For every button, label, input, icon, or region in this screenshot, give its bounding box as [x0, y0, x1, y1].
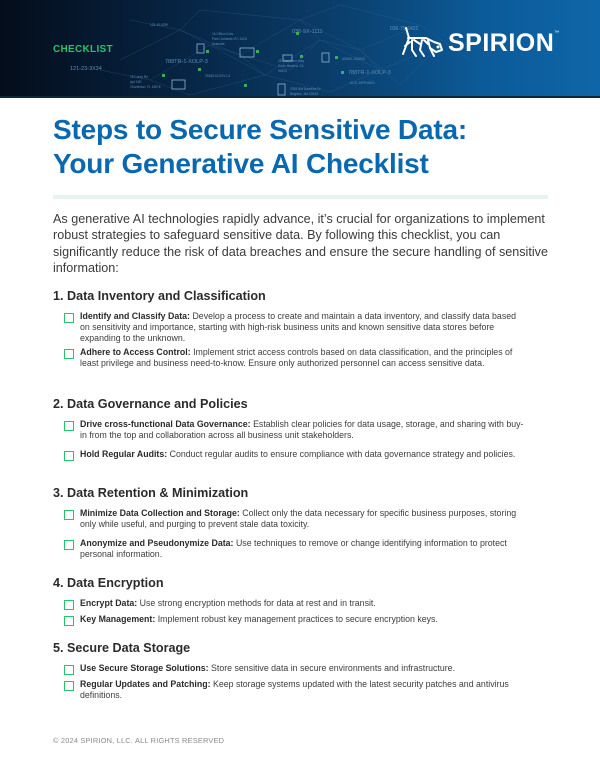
item-label: Encrypt Data:	[80, 598, 138, 608]
robot-dog-icon	[402, 27, 443, 57]
svg-text:16 Clifton Cres: 16 Clifton Cres	[212, 32, 233, 36]
checklist-item[interactable]: Identify and Classify Data: Develop a pr…	[64, 311, 524, 344]
item-label: Key Management:	[80, 614, 156, 624]
svg-text:788TR-1-XOLP-3: 788TR-1-XOLP-3	[348, 70, 391, 76]
section-title-data-inventory: 1. Data Inventory and Classification	[53, 289, 266, 303]
checklist-item[interactable]: Hold Regular Audits: Conduct regular aud…	[64, 449, 524, 461]
svg-text:788TR-1-XOLP-3: 788TR-1-XOLP-3	[165, 59, 208, 65]
checklist-tag: CHECKLIST	[53, 44, 113, 55]
checkbox[interactable]	[64, 451, 74, 461]
checklist-item[interactable]: Drive cross-functional Data Governance: …	[64, 419, 524, 441]
item-label: Regular Updates and Patching:	[80, 679, 211, 689]
svg-text:121-23-3X34: 121-23-3X34	[70, 66, 102, 72]
section-title-data-retention: 3. Data Retention & Minimization	[53, 486, 249, 500]
svg-text:Park Orchards VIC 3128: Park Orchards VIC 3128	[212, 37, 247, 41]
checklist-item[interactable]: Minimize Data Collection and Storage: Co…	[64, 508, 524, 530]
svg-text:2028 NW Baseline Dr: 2028 NW Baseline Dr	[290, 87, 322, 91]
checkbox[interactable]	[64, 349, 74, 359]
item-label: Minimize Data Collection and Storage:	[80, 508, 240, 518]
svg-text:Charleston, FL 18576: Charleston, FL 18576	[130, 85, 161, 89]
title-divider	[53, 195, 548, 199]
banner-divider	[0, 96, 600, 98]
item-description: Conduct regular audits to ensure complia…	[167, 449, 516, 459]
checkbox[interactable]	[64, 540, 74, 550]
copyright-footer: © 2024 SPIRION, LLC. ALL RIGHTS RESERVED	[53, 736, 225, 745]
section-title-data-encryption: 4. Data Encryption	[53, 576, 164, 590]
page-title: Steps to Secure Sensitive Data: Your Gen…	[53, 113, 467, 181]
checkbox[interactable]	[64, 313, 74, 323]
checkbox[interactable]	[64, 510, 74, 520]
header-banner: 123-45-6789 16 Clifton Cres Park Orchard…	[0, 0, 600, 97]
item-description: Store sensitive data in secure environme…	[208, 663, 456, 673]
section-title-secure-storage: 5. Secure Data Storage	[53, 641, 191, 655]
trademark-symbol: ™	[554, 30, 560, 36]
checklist-item[interactable]: Use Secure Storage Solutions: Store sens…	[64, 663, 524, 675]
checklist-item[interactable]: Adhere to Access Control: Implement stri…	[64, 347, 524, 369]
item-label: Hold Regular Audits:	[80, 449, 168, 459]
svg-text:123-45-6789: 123-45-6789	[150, 23, 168, 27]
checklist-item[interactable]: Key Management: Implement robust key man…	[64, 614, 524, 626]
item-label: Anonymize and Pseudonymize Data:	[80, 538, 234, 548]
item-description: Use strong encryption methods for data a…	[137, 598, 376, 608]
checkbox[interactable]	[64, 421, 74, 431]
checklist-item[interactable]: Anonymize and Pseudonymize Data: Use tec…	[64, 538, 524, 560]
svg-text:4028XL-5200A3: 4028XL-5200A3	[342, 57, 365, 61]
svg-text:DOO-38FR-88X3: DOO-38FR-88X3	[350, 81, 375, 85]
item-description: Implement robust key management practice…	[155, 614, 438, 624]
checkbox[interactable]	[64, 616, 74, 626]
svg-text:29189-52-9XVJ-6: 29189-52-9XVJ-6	[205, 74, 230, 78]
svg-text:94924: 94924	[278, 69, 287, 73]
item-label: Drive cross-functional Data Governance:	[80, 419, 251, 429]
checkbox[interactable]	[64, 665, 74, 675]
item-label: Adhere to Access Control:	[80, 347, 191, 357]
item-label: Use Secure Storage Solutions:	[80, 663, 209, 673]
item-label: Identify and Classify Data:	[80, 311, 190, 321]
section-title-data-governance: 2. Data Governance and Policies	[53, 397, 248, 411]
title-line-2: Your Generative AI Checklist	[53, 148, 429, 179]
checkbox[interactable]	[64, 600, 74, 610]
checklist-item[interactable]: Regular Updates and Patching: Keep stora…	[64, 679, 524, 701]
spirion-logo: SPIRION ™	[400, 26, 559, 60]
checklist-item[interactable]: Encrypt Data: Use strong encryption meth…	[64, 598, 524, 610]
svg-text:Apt 24R: Apt 24R	[130, 80, 142, 84]
svg-text:Corte Madera, CA: Corte Madera, CA	[278, 64, 305, 68]
brand-name: SPIRION	[448, 28, 555, 57]
svg-text:78 Corey Rd: 78 Corey Rd	[130, 75, 148, 79]
svg-text:Australia: Australia	[212, 42, 225, 46]
checkbox[interactable]	[64, 681, 74, 691]
intro-paragraph: As generative AI technologies rapidly ad…	[53, 212, 548, 276]
title-line-1: Steps to Secure Sensitive Data:	[53, 114, 467, 145]
